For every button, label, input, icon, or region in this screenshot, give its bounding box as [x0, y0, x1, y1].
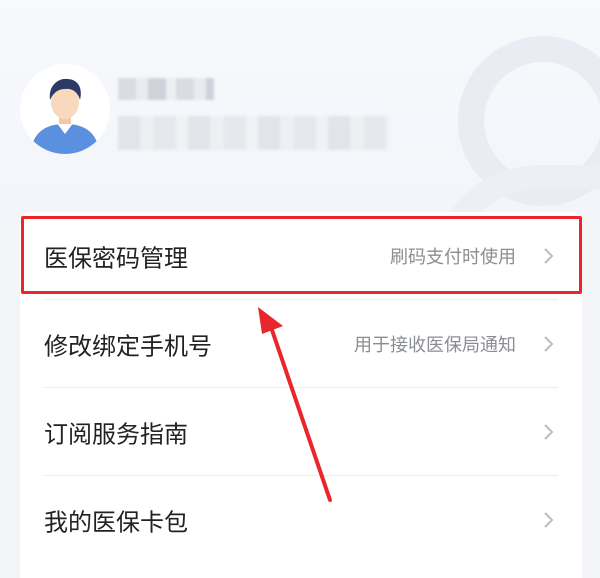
chevron-right-icon — [542, 334, 556, 354]
menu-item-hint: 刷码支付时使用 — [390, 247, 516, 268]
menu-item-change-phone[interactable]: 修改绑定手机号 用于接收医保局通知 — [20, 300, 582, 388]
menu-item-label: 我的医保卡包 — [44, 508, 188, 537]
menu-item-password[interactable]: 医保密码管理 刷码支付时使用 — [20, 212, 582, 300]
menu-item-label: 修改绑定手机号 — [44, 332, 212, 361]
decorative-arc — [430, 165, 600, 215]
user-id-redacted — [118, 116, 390, 150]
menu-item-label: 订阅服务指南 — [44, 420, 188, 449]
menu-item-hint: 用于接收医保局通知 — [354, 335, 516, 356]
settings-menu: 医保密码管理 刷码支付时使用 修改绑定手机号 用于接收医保局通知 订阅服务指南 … — [20, 212, 582, 578]
menu-item-label: 医保密码管理 — [44, 244, 188, 273]
chevron-right-icon — [542, 422, 556, 442]
user-avatar-icon — [20, 64, 110, 154]
menu-item-service-guide[interactable]: 订阅服务指南 — [20, 388, 582, 476]
profile-header — [0, 0, 600, 215]
user-name-redacted — [118, 78, 214, 100]
menu-item-card-wallet[interactable]: 我的医保卡包 — [20, 476, 582, 564]
avatar[interactable] — [20, 64, 110, 154]
chevron-right-icon — [542, 246, 556, 266]
chevron-right-icon — [542, 510, 556, 530]
